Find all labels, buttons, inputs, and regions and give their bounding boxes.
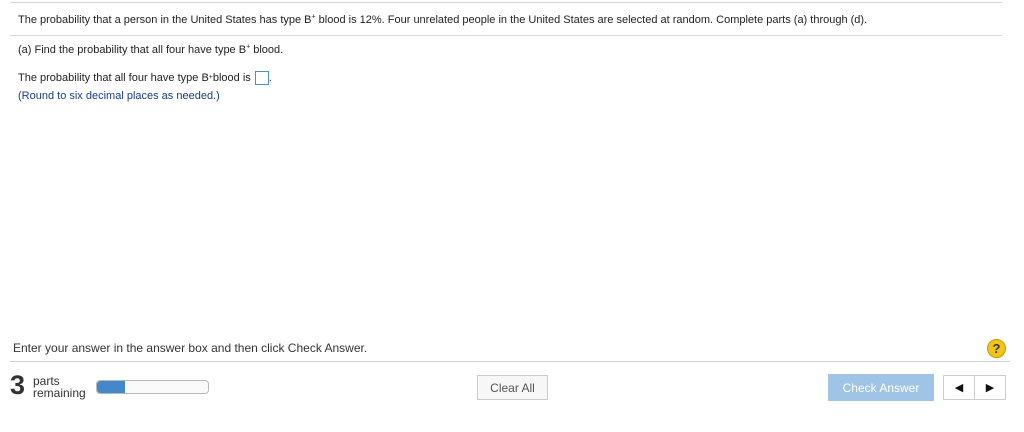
previous-arrow-icon[interactable]: ◀ [944,376,974,399]
check-answer-button[interactable]: Check Answer [828,374,934,401]
question-divider [10,35,1002,36]
question-text-part: blood is 12%. Four unrelated people in t… [315,14,868,26]
question-text-part: The probability that a person in the Uni… [18,14,312,26]
clear-all-button[interactable]: Clear All [477,375,548,400]
parts-remaining-label: parts remaining [33,375,86,399]
parts-remaining-count: 3 [10,370,26,400]
part-a-prompt-text: blood. [250,44,284,56]
question-nav: ◀ ▶ [943,375,1006,400]
footer-divider [10,361,1010,362]
parts-progress-bar [96,380,209,394]
answer-sentence-text: The probability that all four have type … [18,72,209,84]
next-arrow-icon[interactable]: ▶ [974,376,1005,399]
answer-period: . [268,72,272,84]
rounding-hint: (Round to six decimal places as needed.) [18,90,220,102]
answer-sentence: The probability that all four have type … [18,71,272,85]
answer-input-box[interactable] [254,71,269,85]
part-a-prompt-text: (a) Find the probability that all four h… [18,44,247,56]
help-icon[interactable]: ? [987,339,1006,358]
instructions-text: Enter your answer in the answer box and … [13,341,368,355]
progress-fill [97,381,125,393]
part-a-prompt: (a) Find the probability that all four h… [18,43,284,56]
top-divider [10,2,1002,3]
remaining-word: remaining [33,386,86,400]
question-text: The probability that a person in the Uni… [18,13,868,26]
answer-sentence-text: blood is [212,72,251,84]
